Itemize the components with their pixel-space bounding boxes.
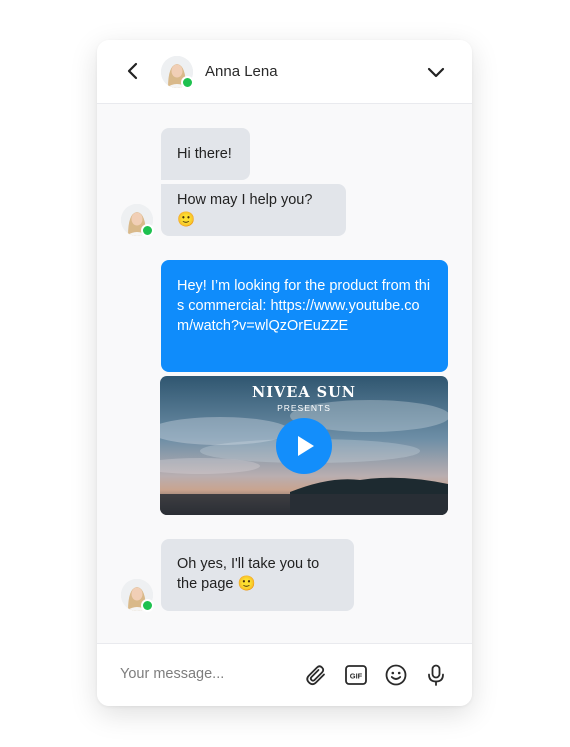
video-preview[interactable]: NIVEA SUN PRESENTS — [160, 376, 448, 515]
attach-button[interactable] — [304, 663, 328, 687]
online-status-dot — [181, 76, 194, 89]
video-title: NIVEA SUN — [251, 384, 356, 401]
microphone-icon — [428, 664, 444, 686]
chevron-left-icon — [127, 62, 138, 80]
play-button[interactable] — [276, 418, 332, 474]
chat-header: Anna Lena — [97, 40, 472, 104]
minimize-button[interactable] — [424, 60, 448, 84]
chevron-down-icon — [427, 67, 445, 78]
online-status-dot — [141, 224, 154, 237]
message-text: How may I help you? 🙂 — [177, 192, 313, 228]
online-status-dot — [141, 599, 154, 612]
message-text: Hi there! — [177, 146, 232, 162]
paperclip-icon — [306, 665, 325, 686]
back-button[interactable] — [121, 59, 145, 83]
voice-button[interactable] — [424, 663, 448, 687]
message-text: Oh yes, I'll take you to the page 🙂 — [177, 556, 320, 592]
message-bubble-outgoing: Hey! I’m looking for the product from th… — [161, 260, 448, 372]
contact-name: Anna Lena — [205, 63, 278, 80]
agent-avatar — [121, 579, 154, 612]
gif-button[interactable]: GIF — [344, 663, 368, 687]
message-text[interactable]: Hey! I’m looking for the product from th… — [177, 278, 430, 334]
message-bubble: Oh yes, I'll take you to the page 🙂 — [161, 539, 354, 611]
avatar[interactable] — [161, 56, 194, 89]
play-icon — [298, 436, 314, 456]
agent-avatar — [121, 204, 154, 237]
message-bubble: Hi there! — [161, 128, 250, 180]
video-subtitle: PRESENTS — [277, 403, 331, 413]
gif-icon: GIF — [345, 665, 367, 685]
emoji-icon — [385, 664, 407, 686]
message-input[interactable] — [120, 666, 290, 682]
message-composer: GIF — [97, 643, 472, 706]
emoji-button[interactable] — [384, 663, 408, 687]
svg-text:GIF: GIF — [350, 672, 363, 681]
message-bubble: How may I help you? 🙂 — [161, 184, 346, 236]
chat-widget: Anna Lena Hi there! How may I help you? … — [97, 40, 472, 706]
